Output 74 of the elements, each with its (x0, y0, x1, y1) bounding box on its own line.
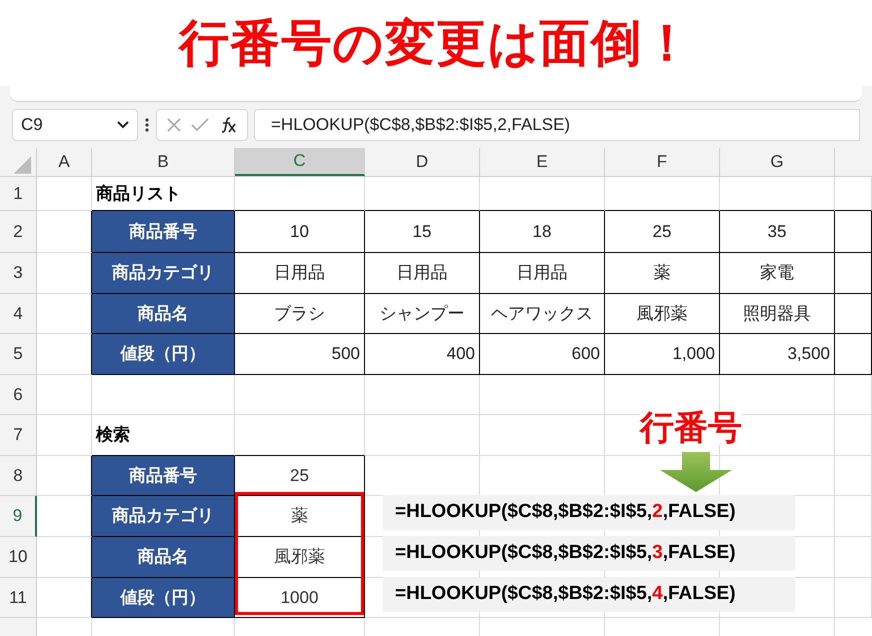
header-cell: 値段（円） (92, 334, 235, 375)
formula-note: =HLOOKUP($C$8,$B$2:$I$5,2,FALSE) (383, 495, 795, 530)
header-cell: 商品番号 (92, 211, 235, 253)
table-cell: 日用品 (235, 253, 365, 294)
row-header[interactable]: 5 (0, 334, 37, 375)
formula-note: =HLOOKUP($C$8,$B$2:$I$5,4,FALSE) (383, 577, 795, 612)
formula-note: =HLOOKUP($C$8,$B$2:$I$5,3,FALSE) (383, 536, 795, 571)
row-header[interactable]: 4 (0, 294, 37, 334)
grid-cell (37, 375, 92, 415)
table-cell: 3,500 (720, 334, 835, 375)
chevron-down-icon (117, 121, 129, 129)
annotation-label: 行番号 (640, 411, 742, 445)
table-cell: 25 (235, 456, 365, 496)
table-cell: 風邪薬 (605, 294, 720, 334)
table-cell: 薬 (235, 496, 365, 537)
close-icon[interactable] (166, 117, 182, 133)
grid-cell (835, 578, 872, 618)
grid-cell (835, 334, 872, 375)
name-box[interactable]: C9 (12, 109, 138, 141)
grid-cell (835, 211, 872, 253)
more-options-icon[interactable] (144, 117, 150, 133)
column-header[interactable]: A (37, 148, 92, 176)
table-cell: 10 (235, 211, 365, 253)
grid-cell (835, 537, 872, 578)
grid-cell (835, 415, 872, 456)
column-header[interactable]: F (605, 148, 720, 176)
table-cell: 日用品 (480, 253, 605, 294)
table-cell: 1000 (235, 578, 365, 618)
grid-cell (835, 456, 872, 496)
table-cell: ブラシ (235, 294, 365, 334)
row-header[interactable]: 9 (0, 496, 37, 537)
row-header[interactable] (0, 618, 37, 636)
table-cell: 照明器具 (720, 294, 835, 334)
header-cell: 値段（円） (92, 578, 235, 618)
row-header[interactable]: 10 (0, 537, 37, 578)
table-cell: 15 (365, 211, 480, 253)
header-cell: 商品カテゴリ (92, 496, 235, 537)
check-icon[interactable] (190, 118, 209, 132)
table-cell: 家電 (720, 253, 835, 294)
table-cell: 400 (365, 334, 480, 375)
table-cell: シャンプー (365, 294, 480, 334)
grid-cell (835, 294, 872, 334)
row-header[interactable]: 1 (0, 177, 37, 211)
formula-input[interactable]: =HLOOKUP($C$8,$B$2:$I$5,2,FALSE) (254, 109, 860, 141)
row-header[interactable]: 8 (0, 456, 37, 496)
table-cell: 25 (605, 211, 720, 253)
page-title: 行番号の変更は面倒！ (178, 14, 694, 72)
grid-cell (835, 253, 872, 294)
table-cell: 500 (235, 334, 365, 375)
header-cell: 商品カテゴリ (92, 253, 235, 294)
column-header[interactable]: C (235, 148, 365, 176)
grid-cell (835, 375, 872, 415)
row-header[interactable]: 11 (0, 578, 37, 618)
row-header[interactable]: 6 (0, 375, 37, 415)
table-cell: 風邪薬 (235, 537, 365, 578)
table-cell: 600 (480, 334, 605, 375)
row-header[interactable]: 2 (0, 211, 37, 253)
header-cell: 商品番号 (92, 456, 235, 496)
table-cell: 日用品 (365, 253, 480, 294)
row-header[interactable]: 7 (0, 415, 37, 456)
table-cell: 薬 (605, 253, 720, 294)
header-cell: 商品名 (92, 294, 235, 334)
header-cell: 商品名 (92, 537, 235, 578)
grid-cell (37, 415, 92, 456)
row-header[interactable]: 3 (0, 253, 37, 294)
grid-cell (835, 496, 872, 537)
column-header[interactable]: E (480, 148, 605, 176)
table-cell: 35 (720, 211, 835, 253)
down-arrow-icon (660, 452, 732, 492)
table-cell: 18 (480, 211, 605, 253)
table-cell: ヘアワックス (480, 294, 605, 334)
column-header[interactable]: D (365, 148, 480, 176)
column-header[interactable]: G (720, 148, 835, 176)
table-cell: 1,000 (605, 334, 720, 375)
